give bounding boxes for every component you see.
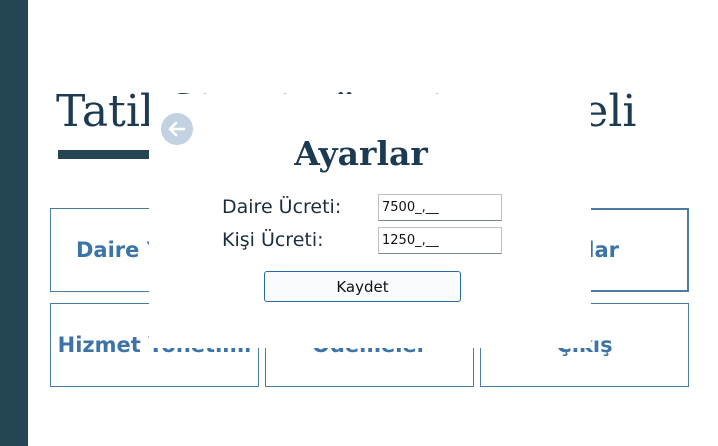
dialog-title: Ayarlar [294, 134, 428, 173]
save-button[interactable]: Kaydet [264, 271, 461, 302]
kisi-ucreti-label: Kişi Ücreti: [222, 229, 324, 251]
sidebar [0, 0, 28, 446]
title-underline [58, 150, 150, 159]
kisi-ucreti-field[interactable] [378, 227, 502, 254]
daire-ucreti-field[interactable] [378, 194, 502, 221]
settings-dialog [149, 94, 591, 348]
daire-ucreti-label: Daire Ücreti: [222, 196, 342, 218]
